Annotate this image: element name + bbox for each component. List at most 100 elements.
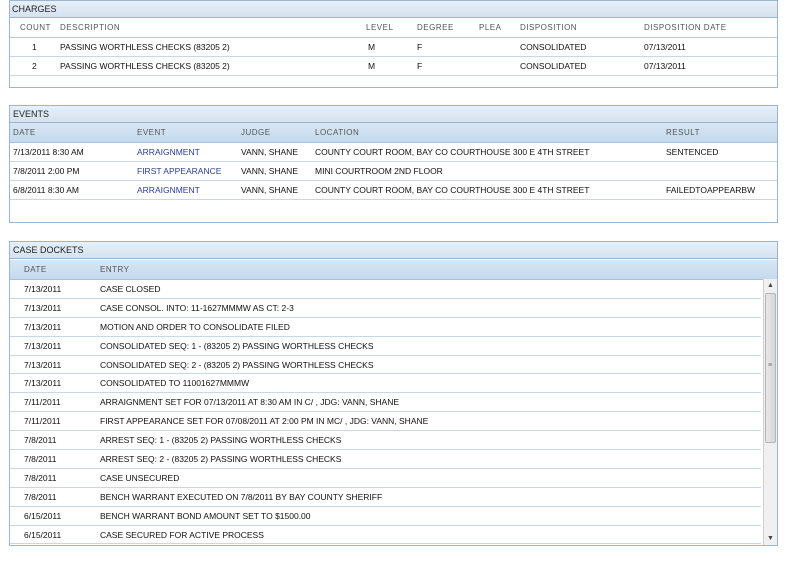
docket-date: 7/8/2011 xyxy=(24,435,57,446)
col-count[interactable]: COUNT xyxy=(20,18,51,38)
event-link[interactable]: ARRAIGNMENT xyxy=(137,181,200,199)
col-degree[interactable]: DEGREE xyxy=(417,18,454,38)
charge-description: PASSING WORTHLESS CHECKS (83205 2) xyxy=(60,61,230,71)
col-judge[interactable]: JUDGE xyxy=(241,123,271,143)
docket-date: 7/11/2011 xyxy=(24,416,61,427)
scroll-thumb[interactable]: ≡ xyxy=(765,293,776,443)
table-row: 7/13/2011 CONSOLIDATED SEQ: 2 - (83205 2)… xyxy=(10,356,761,375)
docket-date: 7/13/2011 xyxy=(24,302,62,313)
docket-entry: CASE UNSECURED xyxy=(100,472,180,483)
dockets-scroll-area[interactable]: DATE ENTRY 7/13/2011 CASE CLOSED 7/13/2011… xyxy=(10,260,777,545)
col-date[interactable]: DATE xyxy=(24,260,47,280)
scroll-down-icon[interactable]: ▼ xyxy=(764,532,777,545)
event-result: FAILEDTOAPPEARBW xyxy=(666,185,756,195)
table-row: 7/11/2011 ARRAIGNMENT SET FOR 07/13/2011 … xyxy=(10,393,761,413)
table-row: 1 PASSING WORTHLESS CHECKS (83205 2) M F… xyxy=(10,38,777,57)
dockets-rows: 7/13/2011 CASE CLOSED 7/13/2011 CASE CONSOL… xyxy=(10,280,761,545)
col-disposition-date[interactable]: DISPOSITION DATE xyxy=(644,18,727,38)
table-row: 7/11/2011 FIRST APPEARANCE SET FOR 07/08/… xyxy=(10,412,761,432)
table-row: 2 PASSING WORTHLESS CHECKS (83205 2) M F… xyxy=(10,57,777,76)
docket-date: 7/8/2011 xyxy=(24,454,57,465)
dockets-header-corner xyxy=(761,260,777,280)
docket-entry: ARRAIGNMENT SET FOR 07/13/2011 AT 8:30 A… xyxy=(100,397,400,408)
event-result: SENTENCED xyxy=(666,147,719,157)
event-judge: VANN, SHANE xyxy=(241,147,298,157)
docket-entry: CONSOLIDATED TO 11001627MMMW xyxy=(100,378,250,389)
table-row: 7/8/2011 CASE UNSECURED xyxy=(10,469,761,488)
col-level[interactable]: LEVEL xyxy=(366,18,393,38)
docket-date: 7/13/2011 xyxy=(24,284,62,294)
table-row: 7/13/2011 CONSOLIDATED TO 11001627MMMW xyxy=(10,374,761,394)
dockets-table: DATE ENTRY 7/13/2011 CASE CLOSED 7/13/2011… xyxy=(10,260,761,545)
charge-degree: F xyxy=(417,42,423,52)
charge-disposition: CONSOLIDATED xyxy=(520,61,587,71)
docket-date: 7/11/2011 xyxy=(24,397,61,408)
docket-date: 7/13/2011 xyxy=(24,321,62,332)
events-title: EVENTS xyxy=(10,106,777,123)
charge-description: PASSING WORTHLESS CHECKS (83205 2) xyxy=(60,42,230,52)
charges-title: CHARGES xyxy=(10,1,777,18)
events-column-header: DATE EVENT JUDGE LOCATION RESULT xyxy=(10,123,777,143)
charge-disposition: CONSOLIDATED xyxy=(520,42,587,52)
charge-count: 1 xyxy=(32,42,37,52)
charge-degree: F xyxy=(417,61,423,71)
docket-entry: FIRST APPEARANCE SET FOR 07/08/2011 AT 2… xyxy=(100,416,429,427)
col-date[interactable]: DATE xyxy=(13,123,36,143)
col-result[interactable]: RESULT xyxy=(666,123,700,143)
event-date: 7/13/2011 8:30 AM xyxy=(13,147,84,157)
docket-date: 7/13/2011 xyxy=(24,340,62,351)
docket-entry: ARREST SEQ: 2 - (83205 2) PASSING WORTHL… xyxy=(100,454,342,465)
docket-entry: CASE CONSOL. INTO: 11-1627MMMW AS CT: 2-… xyxy=(100,302,294,313)
vertical-scrollbar[interactable]: ▲ ≡ ▼ xyxy=(763,279,777,545)
docket-entry: ARREST SEQ: 1 - (83205 2) PASSING WORTHL… xyxy=(100,435,342,446)
docket-entry: CASE CLOSED xyxy=(100,284,161,294)
dockets-column-header: DATE ENTRY xyxy=(10,260,761,280)
col-plea[interactable]: PLEA xyxy=(479,18,501,38)
col-event[interactable]: EVENT xyxy=(137,123,166,143)
table-row: 6/15/2011 BENCH WARRANT BOND AMOUNT SET T… xyxy=(10,507,761,526)
table-row: 7/13/2011 MOTION AND ORDER TO CONSOLIDATE… xyxy=(10,318,761,337)
table-row: 7/13/2011 CONSOLIDATED SEQ: 1 - (83205 2)… xyxy=(10,337,761,356)
table-row: 7/8/2011 BENCH WARRANT EXECUTED ON 7/8/20… xyxy=(10,488,761,507)
table-row: 7/8/2011 2:00 PM FIRST APPEARANCE VANN, … xyxy=(10,162,777,181)
charges-column-header: COUNT DESCRIPTION LEVEL DEGREE PLEA DISP… xyxy=(10,18,777,38)
docket-entry: CONSOLIDATED SEQ: 1 - (83205 2) PASSING … xyxy=(100,340,374,351)
docket-entry: BENCH WARRANT EXECUTED ON 7/8/2011 BY BA… xyxy=(100,491,383,502)
col-entry[interactable]: ENTRY xyxy=(100,260,129,280)
col-disposition[interactable]: DISPOSITION xyxy=(520,18,577,38)
events-panel: EVENTS DATE EVENT JUDGE LOCATION RESULT … xyxy=(9,105,778,223)
docket-date: 6/15/2011 xyxy=(24,510,62,521)
charge-level: M xyxy=(368,42,376,52)
docket-entry: MOTION AND ORDER TO CONSOLIDATE FILED xyxy=(100,321,290,332)
charges-panel: CHARGES COUNT DESCRIPTION LEVEL DEGREE P… xyxy=(9,0,778,88)
event-judge: VANN, SHANE xyxy=(241,185,298,195)
table-row: 7/13/2011 CASE CONSOL. INTO: 11-1627MMMW … xyxy=(10,299,761,318)
charge-level: M xyxy=(368,61,376,71)
grip-icon: ≡ xyxy=(768,362,773,369)
col-description[interactable]: DESCRIPTION xyxy=(60,18,120,38)
charge-disposition-date: 07/13/2011 xyxy=(644,42,686,52)
table-row: 6/8/2011 8:30 AM ARRAIGNMENT VANN, SHANE… xyxy=(10,181,777,200)
case-dockets-panel: CASE DOCKETS DATE ENTRY 7/13/2011 CASE CL… xyxy=(9,241,778,546)
scroll-up-icon[interactable]: ▲ xyxy=(764,279,777,292)
event-link[interactable]: ARRAIGNMENT xyxy=(137,143,200,161)
event-date: 6/8/2011 8:30 AM xyxy=(13,185,80,195)
event-location: MINI COURTROOM 2ND FLOOR xyxy=(315,166,443,176)
event-link[interactable]: FIRST APPEARANCE xyxy=(137,162,221,180)
event-location: COUNTY COURT ROOM, BAY CO COURTHOUSE 300… xyxy=(315,147,590,157)
table-row: 7/13/2011 8:30 AM ARRAIGNMENT VANN, SHAN… xyxy=(10,143,777,162)
docket-date: 7/13/2011 xyxy=(24,378,62,389)
charge-count: 2 xyxy=(32,61,37,71)
docket-entry: BENCH WARRANT BOND AMOUNT SET TO $1500.0… xyxy=(100,510,311,521)
table-row: 7/8/2011 ARREST SEQ: 1 - (83205 2) PASSIN… xyxy=(10,431,761,451)
event-judge: VANN, SHANE xyxy=(241,166,298,176)
col-location[interactable]: LOCATION xyxy=(315,123,359,143)
event-date: 7/8/2011 2:00 PM xyxy=(13,166,80,176)
table-row: 7/13/2011 CASE CLOSED xyxy=(10,280,761,299)
docket-date: 7/8/2011 xyxy=(24,472,57,483)
docket-entry: CASE SECURED FOR ACTIVE PROCESS xyxy=(100,529,264,540)
table-row: 7/8/2011 ARREST SEQ: 2 - (83205 2) PASSIN… xyxy=(10,450,761,469)
charge-disposition-date: 07/13/2011 xyxy=(644,61,686,71)
docket-entry: CONSOLIDATED SEQ: 2 - (83205 2) PASSING … xyxy=(100,359,374,370)
docket-date: 7/13/2011 xyxy=(24,359,62,370)
